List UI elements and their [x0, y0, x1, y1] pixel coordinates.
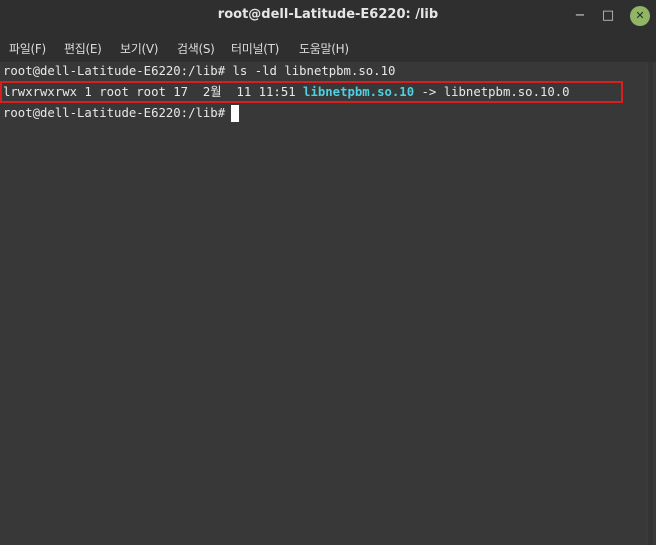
menu-file[interactable]: 파일(F) — [9, 40, 46, 57]
menu-search[interactable]: 검색(S) — [177, 40, 215, 57]
window-title: root@dell-Latitude-E6220: /lib — [217, 7, 439, 22]
menu-edit[interactable]: 편집(E) — [64, 40, 102, 57]
menu-view[interactable]: 보기(V) — [120, 40, 158, 57]
symlink-name: libnetpbm.so.10 — [303, 85, 415, 99]
text-cursor — [231, 105, 240, 122]
maximize-button[interactable]: □ — [598, 6, 618, 26]
terminal-output[interactable]: root@dell-Latitude-E6220:/lib# ls -ld li… — [0, 62, 645, 545]
terminal-line-listing: lrwxrwxrwx 1 root root 17 2월 11 11:51 li… — [3, 83, 570, 101]
scrollbar-track[interactable] — [648, 62, 653, 545]
terminal-line-command: root@dell-Latitude-E6220:/lib# ls -ld li… — [3, 64, 396, 78]
prompt-text: root@dell-Latitude-E6220:/lib# — [3, 106, 226, 120]
menu-help[interactable]: 도움말(H) — [299, 40, 349, 57]
menu-terminal[interactable]: 터미널(T) — [231, 40, 279, 57]
symlink-target: -> libnetpbm.so.10.0 — [414, 85, 570, 99]
terminal-window: root@dell-Latitude-E6220: /lib − □ ✕ 파일(… — [0, 0, 656, 545]
scrollbar[interactable] — [645, 62, 656, 545]
listing-permissions: lrwxrwxrwx 1 root root 17 2월 11 11:51 — [3, 85, 304, 99]
title-bar[interactable]: root@dell-Latitude-E6220: /lib − □ ✕ — [0, 0, 656, 32]
close-button[interactable]: ✕ — [630, 6, 650, 26]
menu-bar: 파일(F) 편집(E) 보기(V) 검색(S) 터미널(T) 도움말(H) — [0, 32, 656, 62]
minimize-button[interactable]: − — [570, 6, 590, 26]
terminal-line-prompt: root@dell-Latitude-E6220:/lib# — [3, 104, 240, 122]
